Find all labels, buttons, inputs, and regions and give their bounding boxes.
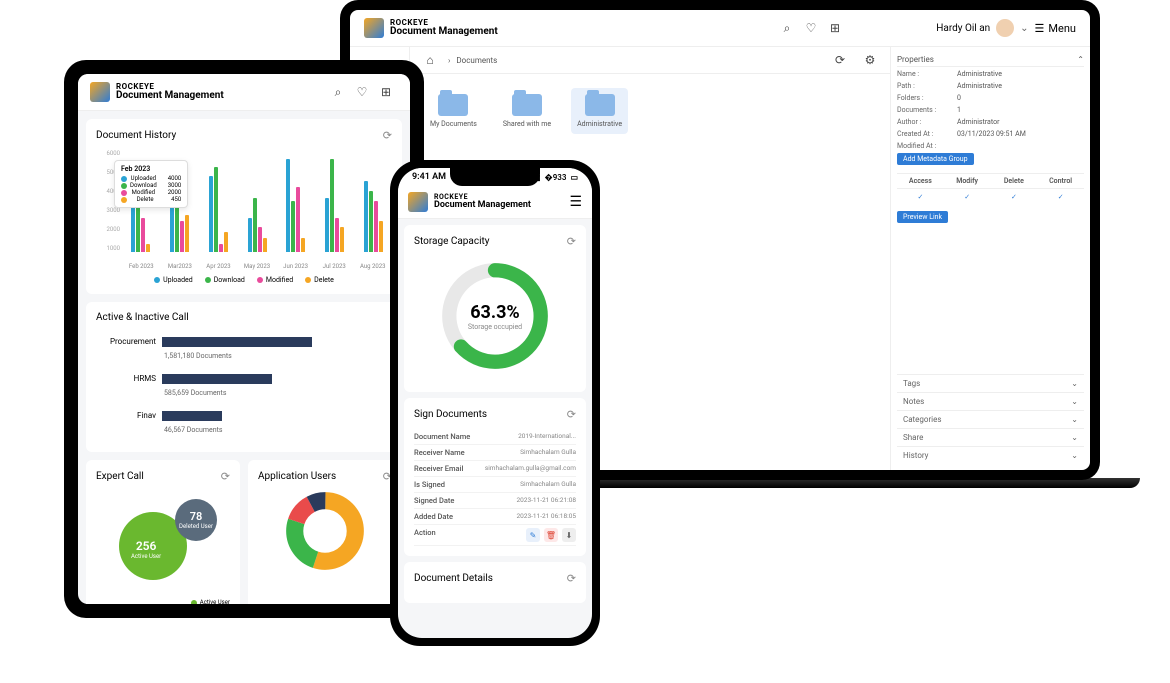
phone-notch xyxy=(450,168,540,186)
delete-icon[interactable]: 🗑 xyxy=(544,528,558,542)
chevron-down-icon: ⌄ xyxy=(1071,415,1078,424)
expert-call-card: Expert Call ⟳ 256Active User 78Deleted U… xyxy=(86,460,240,604)
chart-legend: Uploaded Download Modified Delete xyxy=(96,276,392,284)
folder-icon xyxy=(512,94,542,116)
properties-title: Properties xyxy=(897,55,934,64)
folder-administrative[interactable]: Administrative xyxy=(571,88,628,134)
app-users-donut xyxy=(285,491,365,571)
preview-link-button[interactable]: Preview Link xyxy=(897,211,948,223)
bell-icon[interactable]: ♡ xyxy=(802,19,820,37)
chevron-down-icon[interactable]: ⌄ xyxy=(1020,23,1028,34)
accordion-history[interactable]: History⌄ xyxy=(897,446,1084,464)
battery-icon: ▭ xyxy=(570,173,578,182)
menu-button[interactable]: ☰ Menu xyxy=(1035,22,1076,35)
logo-icon xyxy=(90,82,110,102)
sign-documents-card: Sign Documents ⟳ Document Name2019-Inter… xyxy=(404,398,586,556)
add-metadata-button[interactable]: Add Metadata Group xyxy=(897,153,974,165)
tablet-device: ROCKEYE Document Management ⌕ ♡ ⊞ Docume… xyxy=(64,60,424,618)
refresh-icon[interactable]: ⟳ xyxy=(221,470,230,483)
product-name: Document Management xyxy=(390,27,498,37)
chevron-down-icon: ⌄ xyxy=(1071,379,1078,388)
wifi-icon: �933 xyxy=(545,173,567,182)
hamburger-icon: ☰ xyxy=(1035,22,1045,35)
properties-panel: Properties ⌃ Name :Administrative Path :… xyxy=(890,47,1090,470)
apps-icon[interactable]: ⊞ xyxy=(377,83,395,101)
card-title: Document History xyxy=(96,130,176,141)
toolbar: ⌂ › Documents ⟳ ⚙ xyxy=(410,47,890,74)
hamburger-icon[interactable]: ☰ xyxy=(569,194,582,210)
chevron-down-icon: ⌄ xyxy=(1071,397,1078,406)
refresh-icon[interactable]: ⟳ xyxy=(567,572,576,585)
home-icon[interactable]: ⌂ xyxy=(421,51,439,69)
logo-icon xyxy=(408,192,428,212)
logo-icon xyxy=(364,18,384,38)
card-title: Active & Inactive Call xyxy=(96,312,189,323)
laptop-header: ROCKEYE Document Management ⌕ ♡ ⊞ Hardy … xyxy=(350,10,1090,47)
status-time: 9:41 AM xyxy=(412,172,446,182)
phone-device: 9:41 AM ▮▮▮ �933 ▭ ROCKEYE Document Mana… xyxy=(390,160,600,646)
accordion-share[interactable]: Share⌄ xyxy=(897,428,1084,446)
folder-icon xyxy=(438,94,468,116)
permissions-header: Access Modify Delete Control xyxy=(897,173,1084,189)
refresh-icon[interactable]: ⟳ xyxy=(567,408,576,421)
document-history-card: Document History ⟳ 600050004000300020001… xyxy=(86,119,402,294)
apps-icon[interactable]: ⊞ xyxy=(826,19,844,37)
bell-icon[interactable]: ♡ xyxy=(353,83,371,101)
refresh-icon[interactable]: ⟳ xyxy=(383,129,392,142)
tenant-name[interactable]: Hardy Oil an xyxy=(936,23,990,34)
settings-icon[interactable]: ⚙ xyxy=(861,51,879,69)
active-inactive-card: Active & Inactive Call Procurement1,581,… xyxy=(86,302,402,452)
document-details-card: Document Details ⟳ xyxy=(404,562,586,603)
folder-my-documents[interactable]: My Documents xyxy=(424,88,483,134)
app-users-card: Application Users ⟳ xyxy=(248,460,402,604)
accordion-tags[interactable]: Tags⌄ xyxy=(897,374,1084,392)
chart-tooltip: Feb 2023 Uploaded4000 Download3000 Modif… xyxy=(114,160,188,208)
chevron-down-icon: ⌄ xyxy=(1071,433,1078,442)
download-icon[interactable]: ⬇ xyxy=(562,528,576,542)
collapse-icon[interactable]: ⌃ xyxy=(1077,55,1084,64)
phone-header: ROCKEYE Document Management ☰ xyxy=(398,186,592,219)
history-chart: 600050004000300020001000 Feb 2023 Upload… xyxy=(96,150,392,270)
edit-icon[interactable]: ✎ xyxy=(526,528,540,542)
storage-gauge: 63.3% Storage occupied xyxy=(435,256,555,376)
folder-shared[interactable]: Shared with me xyxy=(497,88,557,134)
refresh-icon[interactable]: ⟳ xyxy=(831,51,849,69)
search-icon[interactable]: ⌕ xyxy=(329,83,347,101)
storage-card: Storage Capacity ⟳ 63.3% Storage occupie… xyxy=(404,225,586,392)
tablet-header: ROCKEYE Document Management ⌕ ♡ ⊞ xyxy=(78,74,410,111)
chevron-down-icon: ⌄ xyxy=(1071,451,1078,460)
card-title: Storage Capacity xyxy=(414,236,490,247)
refresh-icon[interactable]: ⟳ xyxy=(567,235,576,248)
card-title: Application Users xyxy=(258,471,336,482)
avatar[interactable] xyxy=(996,19,1014,37)
search-icon[interactable]: ⌕ xyxy=(778,19,796,37)
accordion-categories[interactable]: Categories⌄ xyxy=(897,410,1084,428)
accordion-notes[interactable]: Notes⌄ xyxy=(897,392,1084,410)
folder-grid: My Documents Shared with me Administrati… xyxy=(410,74,890,148)
breadcrumb[interactable]: Documents xyxy=(456,56,497,65)
logo: ROCKEYE Document Management xyxy=(364,18,498,38)
folder-icon xyxy=(585,94,615,116)
card-title: Sign Documents xyxy=(414,409,487,420)
permissions-row: ✓✓✓✓ xyxy=(897,191,1084,203)
card-title: Expert Call xyxy=(96,471,144,482)
card-title: Document Details xyxy=(414,573,493,584)
